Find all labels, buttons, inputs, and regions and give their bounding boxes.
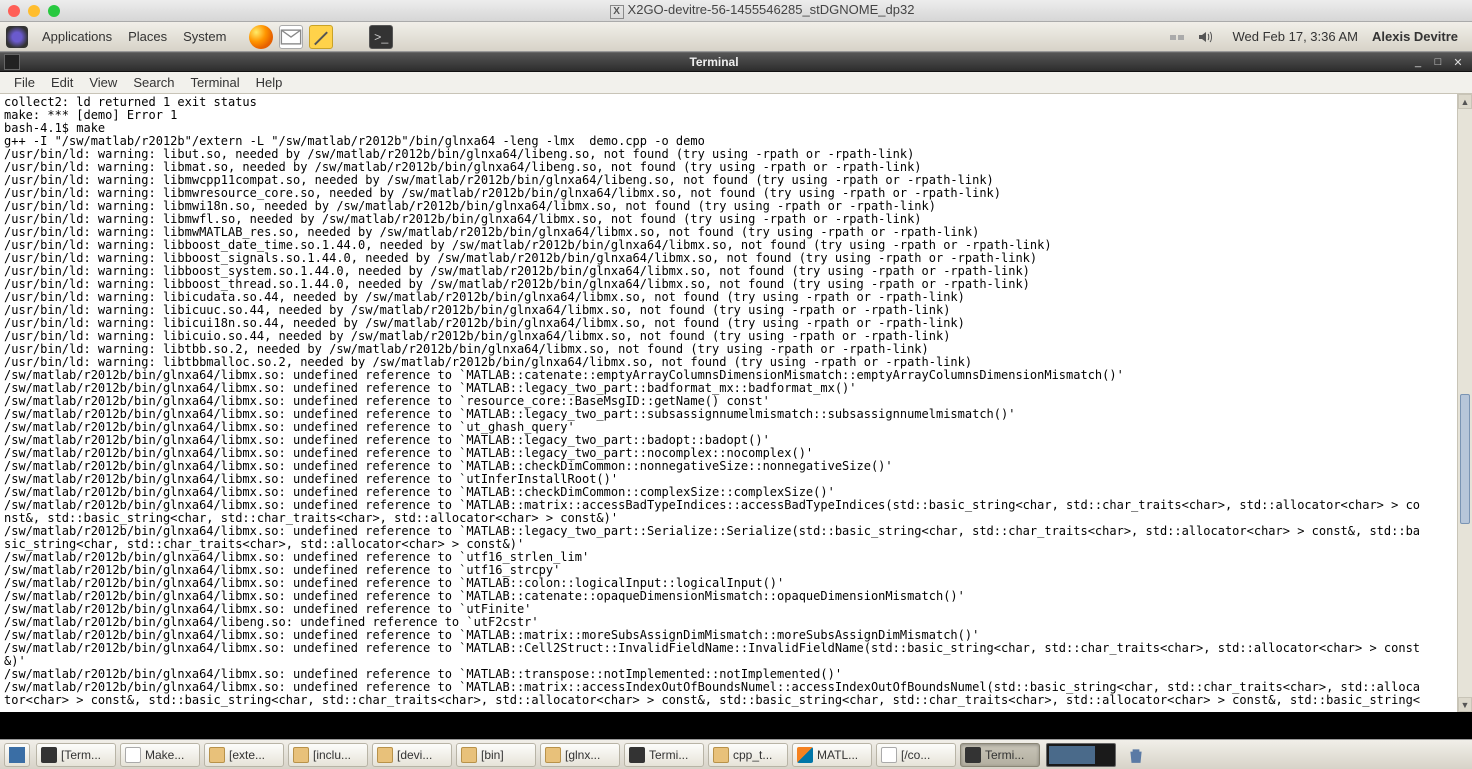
term-icon (629, 747, 645, 763)
applications-menu[interactable]: Applications (34, 29, 120, 44)
mac-title-text: X2GO-devitre-56-1455546285_stDGNOME_dp32 (628, 2, 915, 17)
term-icon (41, 747, 57, 763)
mac-titlebar: X X2GO-devitre-56-1455546285_stDGNOME_dp3… (0, 0, 1472, 22)
terminal-output[interactable]: collect2: ld returned 1 exit status make… (0, 94, 1457, 712)
taskbar-item-3[interactable]: [inclu... (288, 743, 368, 767)
term-icon (965, 747, 981, 763)
taskbar-item-label: Make... (145, 748, 184, 762)
mac-window-title: X X2GO-devitre-56-1455546285_stDGNOME_dp3… (60, 2, 1464, 19)
mail-launcher-icon[interactable] (279, 25, 303, 49)
folder-icon (377, 747, 393, 763)
mac-maximize-button[interactable] (48, 5, 60, 17)
user-menu[interactable]: Alexis Devitre (1372, 29, 1458, 44)
taskbar-item-8[interactable]: cpp_t... (708, 743, 788, 767)
taskbar-item-label: Termi... (985, 748, 1024, 762)
folder-icon (545, 747, 561, 763)
terminal-body: collect2: ld returned 1 exit status make… (0, 94, 1472, 712)
terminal-menubar: File Edit View Search Terminal Help (0, 72, 1472, 94)
mac-close-button[interactable] (8, 5, 20, 17)
folder-icon (713, 747, 729, 763)
taskbar-item-label: MATL... (817, 748, 858, 762)
taskbar-item-label: [Term... (61, 748, 101, 762)
volume-icon[interactable] (1194, 26, 1216, 48)
window-close-button[interactable]: ✕ (1450, 55, 1466, 69)
taskbar-item-label: [/co... (901, 748, 930, 762)
gnome-top-panel: Applications Places System >_ Wed Feb 17… (0, 22, 1472, 52)
menu-file[interactable]: File (6, 75, 43, 90)
taskbar-item-label: [inclu... (313, 748, 351, 762)
taskbar-item-11[interactable]: Termi... (960, 743, 1040, 767)
taskbar-item-0[interactable]: [Term... (36, 743, 116, 767)
folder-icon (209, 747, 225, 763)
desktop-icon (9, 747, 25, 763)
taskbar-item-label: [glnx... (565, 748, 600, 762)
menu-edit[interactable]: Edit (43, 75, 81, 90)
taskbar-item-6[interactable]: [glnx... (540, 743, 620, 767)
gnome-foot-icon[interactable] (6, 26, 28, 48)
menu-help[interactable]: Help (248, 75, 291, 90)
taskbar-item-5[interactable]: [bin] (456, 743, 536, 767)
gnome-bottom-panel: [Term... Make... [exte... [inclu... [devi...… (0, 739, 1472, 769)
scrollbar-down-arrow-icon[interactable]: ▼ (1458, 697, 1472, 712)
taskbar-item-label: Termi... (649, 748, 688, 762)
svg-text:>_: >_ (375, 30, 390, 44)
gedit-icon (881, 747, 897, 763)
mac-traffic-lights (8, 5, 60, 17)
terminal-window-titlebar[interactable]: Terminal _ □ ✕ (0, 52, 1472, 72)
x11-icon: X (610, 5, 624, 19)
notes-launcher-icon[interactable] (309, 25, 333, 49)
taskbar-item-10[interactable]: [/co... (876, 743, 956, 767)
system-menu[interactable]: System (175, 29, 234, 44)
folder-icon (461, 747, 477, 763)
menu-terminal[interactable]: Terminal (183, 75, 248, 90)
taskbar-item-1[interactable]: Make... (120, 743, 200, 767)
terminal-window-title: Terminal (20, 55, 1408, 69)
network-icon[interactable] (1166, 26, 1188, 48)
taskbar-item-label: [devi... (397, 748, 432, 762)
taskbar-item-2[interactable]: [exte... (204, 743, 284, 767)
menu-view[interactable]: View (81, 75, 125, 90)
window-minimize-button[interactable]: _ (1410, 55, 1426, 69)
taskbar-item-label: [bin] (481, 748, 504, 762)
gedit-icon (125, 747, 141, 763)
terminal-scrollbar[interactable]: ▲ ▼ (1457, 94, 1472, 712)
clock[interactable]: Wed Feb 17, 3:36 AM (1233, 29, 1359, 44)
firefox-launcher-icon[interactable] (249, 25, 273, 49)
terminal-window-icon (4, 54, 20, 70)
menu-search[interactable]: Search (125, 75, 182, 90)
terminal-launcher-icon[interactable]: >_ (369, 25, 393, 49)
taskbar-item-9[interactable]: MATL... (792, 743, 872, 767)
scrollbar-thumb[interactable] (1460, 394, 1470, 524)
show-desktop-button[interactable] (4, 743, 30, 767)
trash-icon[interactable] (1124, 743, 1148, 767)
scrollbar-up-arrow-icon[interactable]: ▲ (1458, 94, 1472, 109)
mac-minimize-button[interactable] (28, 5, 40, 17)
matlab-icon (797, 747, 813, 763)
places-menu[interactable]: Places (120, 29, 175, 44)
folder-icon (293, 747, 309, 763)
taskbar-item-7[interactable]: Termi... (624, 743, 704, 767)
workspace-switcher[interactable] (1046, 743, 1116, 767)
window-maximize-button[interactable]: □ (1430, 55, 1446, 69)
taskbar-item-label: cpp_t... (733, 748, 772, 762)
taskbar-item-4[interactable]: [devi... (372, 743, 452, 767)
taskbar-item-label: [exte... (229, 748, 265, 762)
